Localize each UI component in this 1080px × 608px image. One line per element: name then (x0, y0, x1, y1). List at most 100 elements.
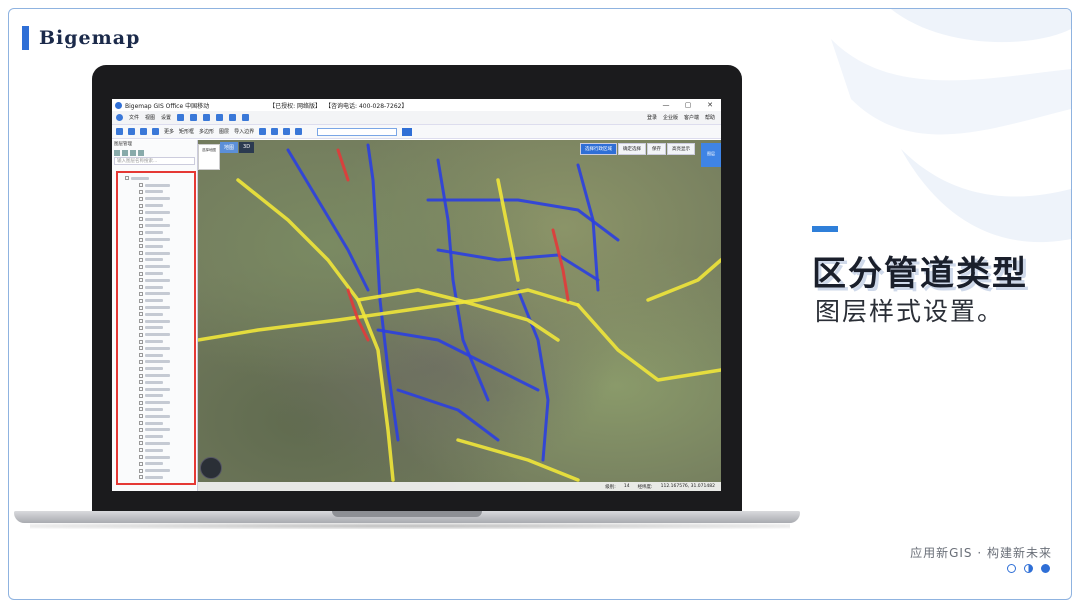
layer-tree-row[interactable] (121, 393, 194, 400)
layer-tree-row[interactable] (121, 325, 194, 332)
tree-checkbox[interactable] (139, 312, 143, 317)
layer-tree-row[interactable] (121, 277, 194, 284)
layer-tree-row[interactable] (121, 202, 194, 209)
select-region-button[interactable]: 选择行政区域 (580, 143, 617, 155)
menu-file[interactable]: 文件 (129, 114, 139, 121)
globe-icon[interactable] (152, 128, 159, 135)
layer-tree-row[interactable] (121, 420, 194, 427)
zoom-in-icon[interactable] (177, 114, 185, 121)
tree-checkbox[interactable] (139, 461, 143, 466)
tree-checkbox[interactable] (139, 237, 143, 242)
map-switch-widget[interactable]: 选择地图 (198, 144, 220, 170)
tree-checkbox[interactable] (139, 380, 143, 385)
layers-icon[interactable] (140, 128, 147, 135)
save-map-button[interactable]: 保存 (647, 143, 666, 155)
location-icon[interactable] (203, 114, 211, 121)
layer-tree-row[interactable] (121, 338, 194, 345)
layer-tree-row[interactable] (121, 474, 194, 481)
layer-tree-row[interactable] (121, 175, 194, 182)
toolbar-layer[interactable]: 图层 (219, 128, 229, 135)
delete-layer-icon[interactable] (122, 149, 128, 156)
toolbar-polygon[interactable]: 多边形 (199, 128, 214, 135)
tree-checkbox[interactable] (139, 434, 143, 439)
layer-tree-row[interactable] (121, 372, 194, 379)
layer-tree-row[interactable] (121, 270, 194, 277)
tree-checkbox[interactable] (139, 251, 143, 256)
layer-tree-row[interactable] (121, 413, 194, 420)
layer-tree-row[interactable] (121, 291, 194, 298)
layer-tree-highlight[interactable] (116, 171, 196, 485)
tree-checkbox[interactable] (139, 319, 143, 324)
grid-icon[interactable] (216, 114, 224, 121)
marker-icon[interactable] (271, 128, 279, 135)
tree-checkbox[interactable] (139, 475, 143, 480)
tree-checkbox[interactable] (139, 366, 143, 371)
circle-icon[interactable] (295, 128, 303, 135)
refresh-layer-icon[interactable] (138, 149, 144, 156)
tree-checkbox[interactable] (139, 468, 143, 473)
highlight-button[interactable]: 高亮显示 (667, 143, 695, 155)
tree-checkbox[interactable] (139, 285, 143, 290)
pager-dot-half[interactable] (1024, 564, 1033, 573)
layer-tree-row[interactable] (121, 229, 194, 236)
layer-tree-row[interactable] (121, 304, 194, 311)
tree-checkbox[interactable] (139, 373, 143, 378)
layer-tree-row[interactable] (121, 318, 194, 325)
menu-settings[interactable]: 设置 (161, 114, 171, 121)
menu-help[interactable]: 帮助 (705, 114, 715, 121)
home-icon[interactable] (116, 114, 123, 121)
tree-checkbox[interactable] (139, 291, 143, 296)
layer-tree-row[interactable] (121, 460, 194, 467)
menu-login[interactable]: 登录 (647, 114, 657, 121)
pointer-icon[interactable] (259, 128, 267, 135)
layer-tree-row[interactable] (121, 182, 194, 189)
tree-checkbox[interactable] (139, 387, 143, 392)
layer-tree-row[interactable] (121, 331, 194, 338)
layer-tree-row[interactable] (121, 365, 194, 372)
tree-checkbox[interactable] (139, 278, 143, 283)
tree-checkbox[interactable] (139, 407, 143, 412)
menu-enterprise[interactable]: 企业版 (663, 114, 678, 121)
menu-view[interactable]: 视图 (145, 114, 155, 121)
tree-checkbox[interactable] (139, 332, 143, 337)
layer-tree-row[interactable] (121, 440, 194, 447)
save-icon[interactable] (128, 128, 135, 135)
tree-checkbox[interactable] (139, 264, 143, 269)
layer-tree-row[interactable] (121, 352, 194, 359)
tree-checkbox[interactable] (139, 217, 143, 222)
layer-tree-row[interactable] (121, 447, 194, 454)
tree-checkbox[interactable] (139, 448, 143, 453)
layer-tree-row[interactable] (121, 236, 194, 243)
layer-tree-row[interactable] (121, 209, 194, 216)
layer-tree-row[interactable] (121, 243, 194, 250)
confirm-select-button[interactable]: 确定选择 (618, 143, 646, 155)
layer-tree-row[interactable] (121, 386, 194, 393)
layer-filter-input[interactable]: 输入图层名称搜索... (114, 157, 195, 165)
layer-tree-row[interactable] (121, 257, 194, 264)
pager-dot-full[interactable] (1041, 564, 1050, 573)
tree-checkbox[interactable] (139, 196, 143, 201)
pager-dot-empty[interactable] (1007, 564, 1016, 573)
tree-checkbox[interactable] (139, 230, 143, 235)
tree-checkbox[interactable] (139, 203, 143, 208)
layer-tree-row[interactable] (121, 454, 194, 461)
toolbar-import-boundary[interactable]: 导入边界 (234, 128, 254, 135)
tree-checkbox[interactable] (139, 223, 143, 228)
toolbar-more[interactable]: 更多 (164, 128, 174, 135)
layer-tree-row[interactable] (121, 467, 194, 474)
layer-tree-row[interactable] (121, 359, 194, 366)
tree-checkbox[interactable] (139, 325, 143, 330)
search-input[interactable] (317, 127, 398, 136)
close-button[interactable]: ✕ (699, 101, 721, 109)
tree-checkbox[interactable] (139, 353, 143, 358)
add-layer-icon[interactable] (114, 149, 120, 156)
layer-tree-row[interactable] (121, 426, 194, 433)
tree-checkbox[interactable] (139, 257, 143, 262)
tab-map[interactable]: 地图 (220, 142, 239, 153)
tree-checkbox[interactable] (139, 189, 143, 194)
tree-checkbox[interactable] (139, 427, 143, 432)
edit-layer-icon[interactable] (130, 149, 136, 156)
tree-checkbox[interactable] (125, 176, 129, 181)
tree-checkbox[interactable] (139, 339, 143, 344)
zoom-out-icon[interactable] (190, 114, 198, 121)
